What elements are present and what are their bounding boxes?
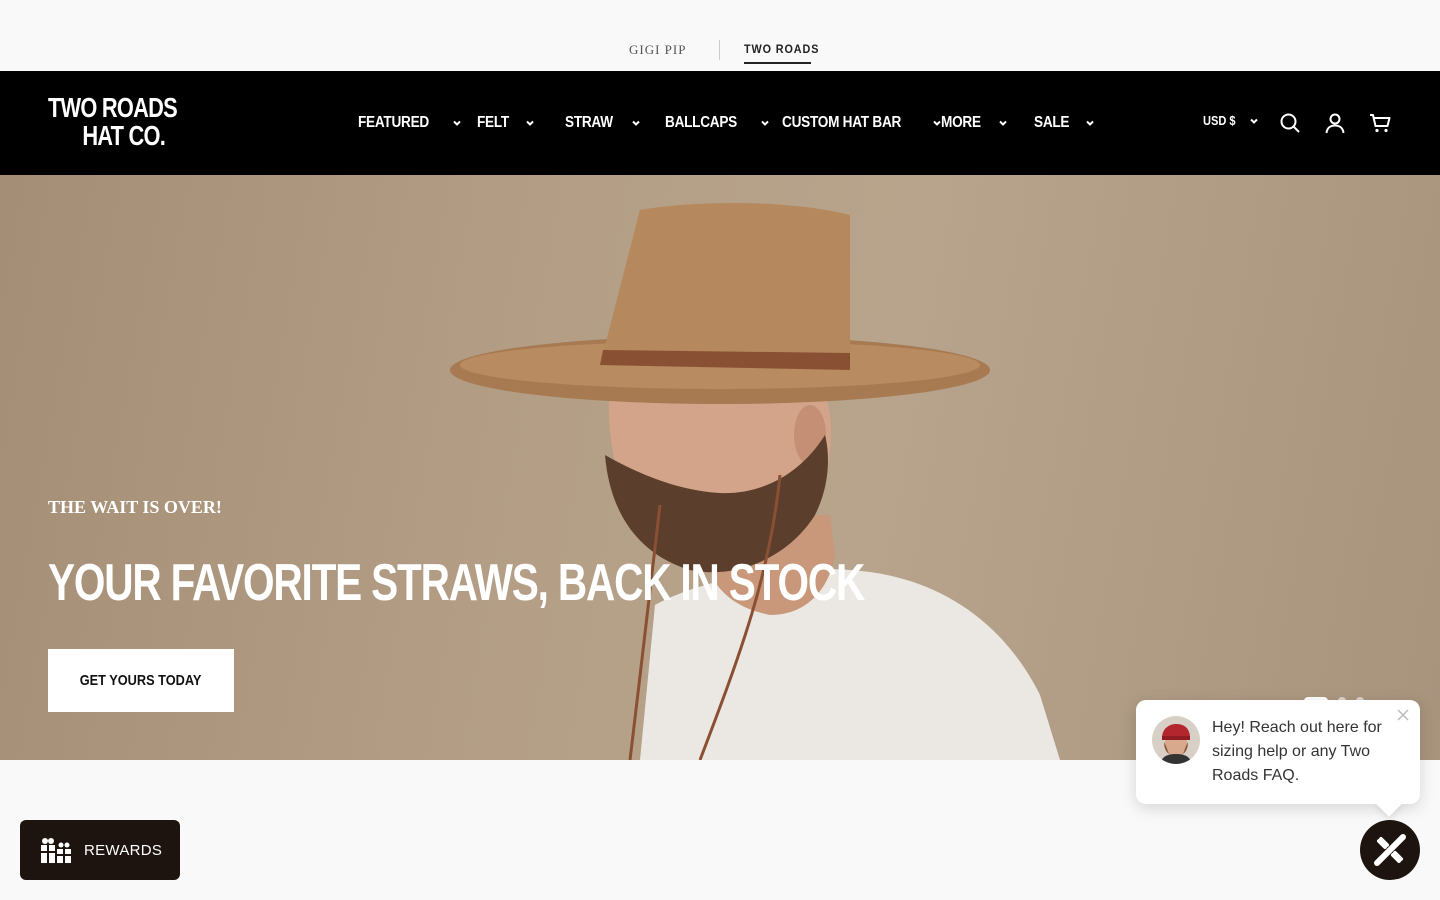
nav-item-felt[interactable]: FELT [477,112,535,134]
chat-greeting-bubble[interactable]: Hey! Reach out here for sizing help or a… [1136,700,1420,804]
nav-label: MORE [941,114,981,131]
currency-selector[interactable]: USD $ [1203,113,1259,128]
site-logo[interactable]: TWO ROADS HAT CO. [48,94,178,154]
hero-kicker: THE WAIT IS OVER! [48,497,222,517]
chevron-down-icon [761,120,769,126]
chevron-down-icon [999,120,1007,126]
nav-item-sale[interactable]: SALE [1034,112,1095,134]
site-header: TWO ROADS HAT CO. FEATURED FELT STRAW BA… [0,71,1440,175]
chat-message: Hey! Reach out here for sizing help or a… [1212,719,1382,784]
nav-label: SALE [1034,114,1070,131]
nav-label: FELT [477,114,509,131]
chat-logo-icon [1374,834,1406,866]
nav-item-ballcaps[interactable]: BALLCAPS [665,112,770,134]
nav-item-more[interactable]: MORE [941,112,1008,134]
chevron-down-icon [525,120,534,126]
nav-label: FEATURED [358,114,430,131]
brand-link-two-roads[interactable]: TWO ROADS [744,42,819,56]
nav-item-featured[interactable]: FEATURED [358,112,462,134]
nav-item-custom-hat-bar[interactable]: CUSTOM HAT BAR [782,112,942,134]
hero-banner: THE WAIT IS OVER! YOUR FAVORITE STRAWS, … [0,175,1440,760]
brand-switcher-bar: GIGI PIP TWO ROADS [0,0,1440,71]
nav-item-straw[interactable]: STRAW [565,112,641,134]
rewards-launcher[interactable]: REWARDS [20,820,180,880]
active-brand-underline [744,62,811,64]
chevron-down-icon [452,120,461,126]
cart-icon[interactable] [1369,112,1391,134]
chevron-down-icon [1250,118,1259,124]
close-icon[interactable] [1396,708,1410,722]
avatar [1152,716,1200,764]
nav-label: BALLCAPS [665,114,738,131]
hero-headline: YOUR FAVORITE STRAWS, BACK IN STOCK [48,554,865,612]
hero-cta-label: GET YOURS TODAY [80,672,202,689]
gift-icon [41,838,71,863]
chevron-down-icon [632,120,640,126]
user-icon[interactable] [1324,112,1346,134]
currency-label: USD $ [1203,113,1236,128]
hero-cta-button[interactable]: GET YOURS TODAY [48,649,234,712]
chevron-down-icon [1086,120,1095,126]
nav-label: STRAW [565,114,613,131]
search-icon[interactable] [1279,112,1301,134]
chat-launcher-button[interactable] [1360,820,1420,880]
brand-link-gigi-pip[interactable]: GIGI PIP [629,42,686,58]
brand-divider [719,40,720,60]
rewards-label: REWARDS [84,841,163,859]
nav-label: CUSTOM HAT BAR [782,114,902,131]
logo-line-1: TWO ROADS [48,92,178,123]
logo-line-2: HAT CO. [82,120,166,151]
